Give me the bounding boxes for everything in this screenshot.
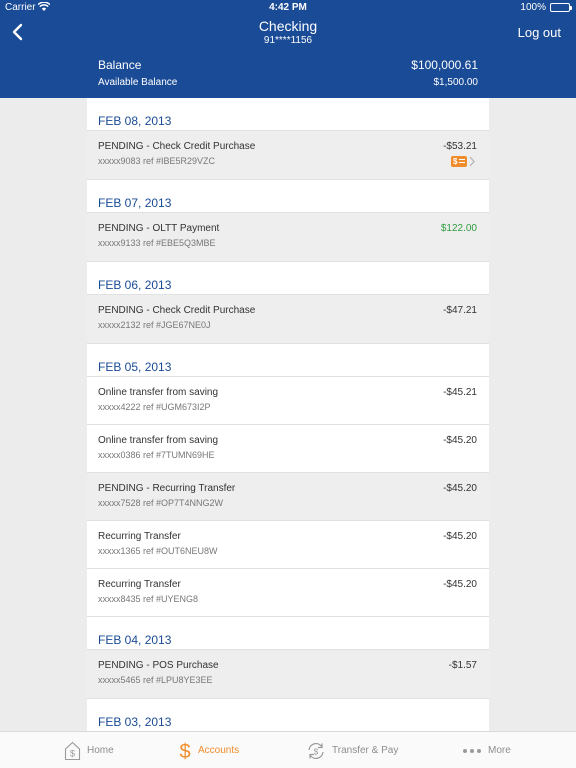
date-header: FEB 03, 2013: [87, 699, 489, 731]
transaction-row[interactable]: PENDING - Check Credit Purchase xxxxx213…: [87, 295, 489, 344]
transaction-row[interactable]: PENDING - Recurring Transfer xxxxx7528 r…: [87, 473, 489, 521]
account-number: 91****1156: [263, 35, 313, 46]
transaction-ref: xxxxx4222 ref #UGM673I2P: [98, 402, 211, 412]
balance-value: $100,000.61: [411, 58, 478, 72]
available-balance-label: Available Balance: [98, 77, 178, 88]
transaction-ref: xxxxx8435 ref #UYENG8: [98, 594, 199, 604]
transaction-amount: -$53.21: [443, 141, 477, 152]
transaction-row[interactable]: PENDING - POS Purchase xxxxx5465 ref #LP…: [87, 650, 489, 699]
transaction-row[interactable]: Online transfer from saving xxxxx4222 re…: [87, 377, 489, 425]
available-balance-value: $1,500.00: [433, 77, 479, 88]
header: Carrier 4:42 PM 100% Checking 91****1156…: [0, 0, 576, 98]
tab-bar: $ Home $ Accounts $ Transfer & Pay More: [0, 731, 576, 768]
transaction-row[interactable]: Recurring Transfer xxxxx1365 ref #OUT6NE…: [87, 521, 489, 569]
status-bar: Carrier 4:42 PM 100%: [0, 0, 576, 16]
date-header: FEB 04, 2013: [87, 617, 489, 650]
transaction-description: Online transfer from saving: [98, 435, 219, 446]
transaction-amount: -$1.57: [448, 660, 477, 671]
transaction-amount: -$45.21: [443, 387, 477, 398]
transaction-amount: -$45.20: [443, 435, 477, 446]
transaction-ref: xxxxx2132 ref #JGE67NE0J: [98, 320, 211, 330]
tab-home[interactable]: $ Home: [64, 732, 114, 768]
chevron-right-icon: [469, 156, 475, 167]
transaction-ref: xxxxx7528 ref #OP7T4NNG2W: [98, 498, 224, 508]
date-header: FEB 06, 2013: [87, 262, 489, 295]
dollar-icon: $: [179, 741, 190, 762]
battery-percent: 100%: [520, 2, 546, 13]
transaction-ref: xxxxx1365 ref #OUT6NEU8W: [98, 546, 218, 556]
transaction-description: Recurring Transfer: [98, 531, 181, 542]
tab-accounts-label: Accounts: [198, 745, 240, 756]
date-header: FEB 07, 2013: [87, 180, 489, 213]
transaction-ref: xxxxx5465 ref #LPU8YE3EE: [98, 675, 213, 685]
transaction-description: Online transfer from saving: [98, 387, 219, 398]
transaction-row[interactable]: Online transfer from saving xxxxx0386 re…: [87, 425, 489, 473]
transaction-amount: -$45.20: [443, 483, 477, 494]
check-image-icon[interactable]: $: [451, 156, 467, 167]
battery-icon: [550, 3, 572, 12]
tab-more[interactable]: More: [462, 732, 511, 768]
svg-text:$: $: [70, 748, 75, 758]
logout-button[interactable]: Log out: [518, 25, 561, 40]
transaction-ref: xxxxx9083 ref #IBE5R29VZC: [98, 156, 216, 166]
transfer-icon: $: [308, 742, 324, 759]
transaction-amount: -$45.20: [443, 579, 477, 590]
transaction-amount: $122.00: [440, 223, 477, 234]
transaction-description: PENDING - Check Credit Purchase: [98, 305, 256, 316]
transaction-amount: -$45.20: [443, 531, 477, 542]
home-icon: $: [64, 741, 81, 760]
tab-home-label: Home: [87, 745, 114, 756]
status-time: 4:42 PM: [269, 2, 307, 13]
tab-accounts[interactable]: $ Accounts: [178, 732, 239, 768]
transaction-list[interactable]: FEB 08, 2013 PENDING - Check Credit Purc…: [87, 98, 489, 731]
page-title: Checking: [258, 18, 318, 34]
transaction-row[interactable]: Recurring Transfer xxxxx8435 ref #UYENG8…: [87, 569, 489, 617]
transaction-description: PENDING - Check Credit Purchase: [98, 141, 256, 152]
date-header: FEB 05, 2013: [87, 344, 489, 377]
tab-transfer-pay-label: Transfer & Pay: [332, 745, 399, 756]
tab-more-label: More: [488, 745, 511, 756]
transaction-ref: xxxxx0386 ref #7TUMN69HE: [98, 450, 215, 460]
transaction-description: PENDING - Recurring Transfer: [98, 483, 236, 494]
transaction-amount: -$47.21: [443, 305, 477, 316]
transaction-row[interactable]: PENDING - Check Credit Purchase xxxxx908…: [87, 131, 489, 180]
svg-text:$: $: [179, 741, 190, 762]
transaction-description: PENDING - POS Purchase: [98, 660, 219, 671]
transaction-description: Recurring Transfer: [98, 579, 181, 590]
transaction-row[interactable]: PENDING - OLTT Payment xxxxx9133 ref #EB…: [87, 213, 489, 262]
svg-text:$: $: [314, 747, 319, 756]
tab-transfer-pay[interactable]: $ Transfer & Pay: [306, 732, 398, 768]
date-header: FEB 08, 2013: [87, 98, 489, 131]
transaction-ref: xxxxx9133 ref #EBE5Q3MBE: [98, 238, 216, 248]
transaction-description: PENDING - OLTT Payment: [98, 223, 220, 234]
more-icon: [463, 748, 481, 753]
balance-label: Balance: [98, 58, 142, 72]
